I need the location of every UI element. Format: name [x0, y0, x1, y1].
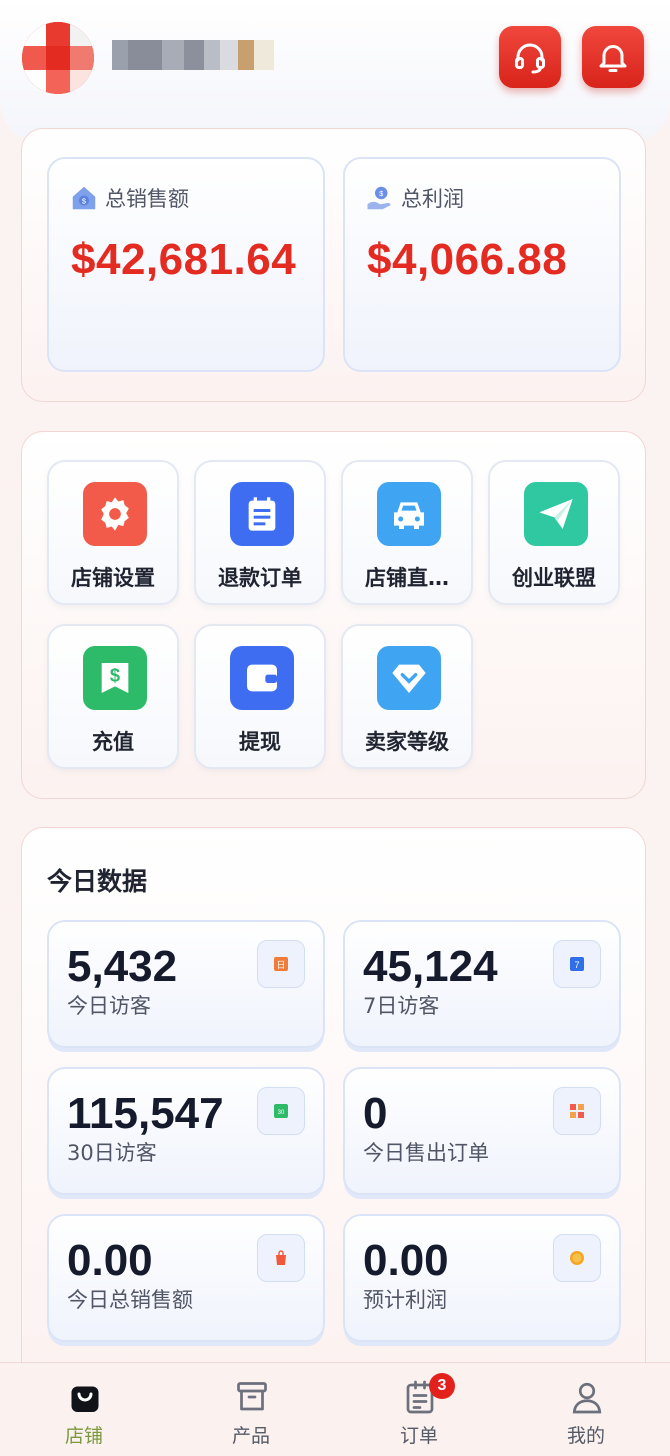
kpi-caption: 今日访客 — [67, 994, 151, 1018]
today-data-card: 今日数据 5,432 今日访客 日 45,124 7日访客 7 115,547 … — [21, 827, 646, 1387]
kpi-caption: 7日访客 — [363, 994, 440, 1018]
total-profit-value: $4,066.88 — [367, 235, 568, 284]
menu-item-store-settings[interactable]: 店铺设置 — [47, 460, 179, 605]
menu-item-store-direct[interactable]: 店铺直… — [341, 460, 473, 605]
nav-label: 店铺 — [64, 1425, 103, 1447]
menu-item-label: 退款订单 — [218, 566, 302, 590]
total-sales-box: $ 总销售额 $42,681.64 — [47, 157, 325, 372]
kpi-caption: 今日总销售额 — [67, 1288, 193, 1312]
nav-tab-orders[interactable]: 3 订单 — [335, 1363, 503, 1456]
svg-text:7: 7 — [574, 960, 579, 970]
kpi-value: 0.00 — [67, 1236, 153, 1285]
kpi-value: 5,432 — [67, 942, 178, 991]
menu-item-label: 充值 — [92, 730, 134, 754]
menu-item-seller-level[interactable]: 卖家等级 — [341, 624, 473, 769]
hand-coin-icon: $ — [367, 186, 391, 210]
shopping-bag-icon — [71, 1386, 99, 1412]
kpi-7day-visitors[interactable]: 45,124 7日访客 7 — [343, 920, 621, 1048]
sales-summary-card: $ 总销售额 $42,681.64 $ 总利润 $4,066.88 — [21, 128, 646, 402]
car-icon — [394, 502, 424, 529]
kpi-caption: 30日访客 — [67, 1141, 157, 1165]
top-header — [0, 0, 670, 142]
nav-tab-mine[interactable]: 我的 — [502, 1363, 670, 1456]
coin-icon — [570, 1251, 584, 1265]
customer-support-button[interactable] — [499, 26, 561, 88]
headset-icon — [515, 43, 545, 74]
house-dollar-icon: $ — [72, 186, 96, 210]
total-profit-label: 总利润 — [401, 187, 464, 211]
kpi-value: 115,547 — [67, 1089, 224, 1138]
menu-item-startup-alliance[interactable]: 创业联盟 — [488, 460, 620, 605]
menu-item-label: 提现 — [239, 730, 281, 754]
nav-tab-products[interactable]: 产品 — [167, 1363, 335, 1456]
svg-text:30: 30 — [278, 1110, 285, 1116]
menu-item-label: 创业联盟 — [512, 566, 596, 590]
menu-item-label: 店铺直… — [365, 566, 449, 590]
nav-label: 订单 — [399, 1425, 438, 1447]
menu-item-label: 店铺设置 — [71, 566, 155, 590]
username-blurred — [112, 40, 292, 70]
dollar-bag-icon: $ — [101, 663, 129, 693]
shopping-bag-icon — [276, 1250, 286, 1265]
today-data-title: 今日数据 — [47, 867, 148, 896]
kpi-value: 0 — [363, 1089, 388, 1138]
total-profit-box: $ 总利润 $4,066.88 — [343, 157, 621, 372]
nav-tab-store[interactable]: 店铺 — [0, 1363, 168, 1456]
menu-item-withdraw[interactable]: 提现 — [194, 624, 326, 769]
calendar-month-icon: 30 — [274, 1104, 288, 1118]
calendar-day-icon: 日 — [274, 957, 288, 971]
calendar-week-icon: 7 — [570, 957, 584, 971]
svg-text:$: $ — [110, 664, 120, 685]
clipboard-icon — [248, 497, 276, 531]
kpi-caption: 今日售出订单 — [363, 1141, 489, 1165]
bell-icon — [599, 45, 627, 72]
nav-label: 产品 — [231, 1425, 270, 1447]
grid-blocks-icon — [570, 1104, 584, 1118]
menu-item-label: 卖家等级 — [365, 730, 449, 754]
quick-menu-card: 店铺设置 退款订单 店铺直… 创业联盟 $ 充值 提现 卖家等级 — [21, 431, 646, 799]
orders-badge: 3 — [429, 1373, 455, 1399]
total-sales-label: 总销售额 — [105, 187, 189, 211]
kpi-today-sales[interactable]: 0.00 今日总销售额 — [47, 1214, 325, 1342]
nav-label: 我的 — [566, 1425, 605, 1447]
bottom-navigation: 店铺 产品 3 订单 我的 — [0, 1362, 670, 1456]
kpi-30day-visitors[interactable]: 115,547 30日访客 30 — [47, 1067, 325, 1195]
kpi-estimated-profit[interactable]: 0.00 预计利润 — [343, 1214, 621, 1342]
kpi-today-visitors[interactable]: 5,432 今日访客 日 — [47, 920, 325, 1048]
notification-button[interactable] — [582, 26, 644, 88]
user-icon — [572, 1382, 602, 1414]
wallet-icon — [247, 664, 277, 692]
svg-text:日: 日 — [276, 960, 285, 971]
kpi-value: 0.00 — [363, 1236, 449, 1285]
kpi-value: 45,124 — [363, 942, 498, 991]
menu-item-refund-orders[interactable]: 退款订单 — [194, 460, 326, 605]
avatar[interactable] — [22, 22, 94, 94]
paper-plane-icon — [539, 499, 573, 529]
menu-item-recharge[interactable]: $ 充值 — [47, 624, 179, 769]
gear-icon — [101, 497, 129, 531]
archive-box-icon — [237, 1382, 267, 1411]
kpi-caption: 预计利润 — [363, 1288, 447, 1312]
diamond-icon — [392, 664, 426, 693]
kpi-today-orders[interactable]: 0 今日售出订单 — [343, 1067, 621, 1195]
total-sales-value: $42,681.64 — [71, 235, 297, 284]
